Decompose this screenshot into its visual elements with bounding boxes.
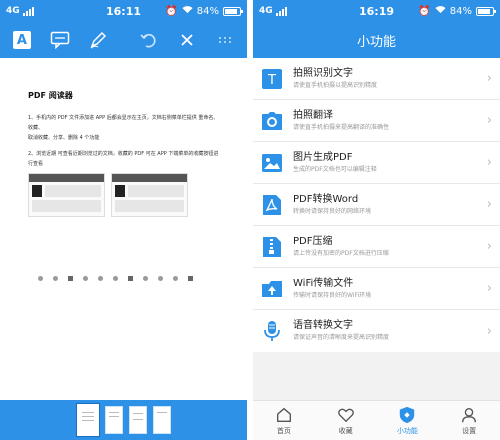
feature-image-to-pdf[interactable]: 图片生成PDF 生成的PDF文档也可以编辑注释 › xyxy=(253,142,500,184)
feature-photo-translate[interactable]: 拍照翻译 请使直手机拍摄来提高翻译的准确性 › xyxy=(253,100,500,142)
document-paragraph-1: 1、手机内的 PDF 文件添加进 APP 后都会显示在主页，文档右侧菜单栏提供 … xyxy=(28,115,219,131)
annotation-toolbar: A xyxy=(0,22,247,58)
feature-title: PDF压缩 xyxy=(293,235,333,247)
chevron-right-icon: › xyxy=(486,323,492,339)
document-screenshots xyxy=(28,173,219,217)
undo-icon xyxy=(140,33,156,48)
bottom-tab-bar: 首页 收藏 小功能 设置 xyxy=(253,400,500,440)
tab-tools[interactable]: 小功能 xyxy=(377,401,439,440)
page-thumbnail[interactable] xyxy=(152,406,171,434)
battery-icon xyxy=(223,6,243,16)
feature-desc: 请保证声音的清晰度来提高识别精度 xyxy=(293,334,390,341)
battery-percent: 84% xyxy=(449,5,472,17)
feature-desc: 请使直手机拍摄来提高翻译的准确性 xyxy=(293,123,390,131)
embedded-screenshot xyxy=(28,173,105,217)
user-icon xyxy=(462,407,477,422)
status-bar: 4G 16:19 ⏰ 84% xyxy=(253,0,500,22)
embedded-screenshot xyxy=(111,173,188,217)
page-thumbnail[interactable] xyxy=(76,404,99,436)
page-thumbnail[interactable] xyxy=(128,406,147,434)
feature-title: 语音转换文字 xyxy=(293,320,353,331)
alarm-icon: ⏰ xyxy=(165,5,178,17)
tools-screen: 4G 16:19 ⏰ 84% 小功能 T 拍照识别文字 请使直手机拍摄以提高识别… xyxy=(253,0,500,440)
text-style-button[interactable]: A xyxy=(10,28,34,52)
close-button[interactable] xyxy=(175,28,199,52)
network-label: 4G xyxy=(259,6,273,16)
feature-text-recognition[interactable]: T 拍照识别文字 请使直手机拍摄以提高识别精度 › xyxy=(253,58,500,100)
feature-pdf-to-word[interactable]: PDF转换Word 转换时请保持良好的网络环境 › xyxy=(253,184,500,226)
text-recognition-icon: T xyxy=(261,68,283,90)
tab-label: 小功能 xyxy=(396,426,418,435)
pdf-convert-icon xyxy=(261,194,283,216)
feature-list: T 拍照识别文字 请使直手机拍摄以提高识别精度 › 拍照翻译 请使直手机拍摄来提… xyxy=(253,58,500,352)
text-style-icon: A xyxy=(12,31,31,49)
heart-icon xyxy=(337,408,354,422)
alarm-icon: ⏰ xyxy=(418,5,431,17)
feature-desc: 请上传没有加密的PDF文档进行压缩 xyxy=(293,249,389,257)
document-paragraph-1b: 取消收藏、分享、删除 4 个功能 xyxy=(28,135,100,141)
document-page[interactable]: PDF 阅读器 1、手机内的 PDF 文件添加进 APP 后都会显示在主页，文档… xyxy=(0,58,247,400)
document-title: PDF 阅读器 xyxy=(28,91,73,100)
pen-button[interactable] xyxy=(86,28,110,52)
pen-icon xyxy=(90,31,106,49)
feature-desc: 传输时请保持良好的WiFi环境 xyxy=(293,291,372,299)
tab-label: 收藏 xyxy=(338,426,353,435)
feature-title: PDF转换Word xyxy=(293,193,359,205)
zip-icon xyxy=(261,236,283,258)
more-button[interactable] xyxy=(213,28,237,52)
feature-title: 图片生成PDF xyxy=(293,151,353,163)
document-icon-row xyxy=(38,276,193,281)
pdf-viewer-screen: 4G 16:11 ⏰ 84% A PDF 阅读器 1、手机内的 PDF 文件添加… xyxy=(0,0,247,440)
chevron-right-icon: › xyxy=(486,239,492,254)
feature-pdf-compress[interactable]: PDF压缩 请上传没有加密的PDF文档进行压缩 › xyxy=(253,226,500,268)
comment-icon xyxy=(50,31,69,49)
feature-wifi-transfer[interactable]: WiFi传输文件 传输时请保持良好的WiFi环境 › xyxy=(253,268,500,310)
more-icon xyxy=(219,37,232,43)
chevron-right-icon: › xyxy=(486,281,492,296)
undo-button[interactable] xyxy=(137,28,161,52)
page-thumbnail-strip xyxy=(0,400,247,440)
feature-desc: 转换时请保持良好的网络环境 xyxy=(293,207,372,215)
tab-label: 设置 xyxy=(462,426,477,435)
wifi-transfer-icon xyxy=(261,278,283,300)
microphone-icon xyxy=(261,320,283,342)
tools-icon xyxy=(400,406,415,423)
tab-home[interactable]: 首页 xyxy=(253,401,315,440)
image-icon xyxy=(261,152,283,174)
page-title: 小功能 xyxy=(253,22,500,58)
feature-title: WiFi传输文件 xyxy=(293,277,354,289)
chevron-right-icon: › xyxy=(486,155,492,170)
signal-icon xyxy=(275,6,287,16)
battery-icon xyxy=(476,6,496,16)
home-icon xyxy=(276,407,291,422)
feature-title: 拍照翻译 xyxy=(293,109,333,121)
chevron-right-icon: › xyxy=(486,71,492,86)
tab-favorites[interactable]: 收藏 xyxy=(315,401,377,440)
network-label: 4G xyxy=(6,6,20,16)
comment-button[interactable] xyxy=(48,28,72,52)
tab-settings[interactable]: 设置 xyxy=(438,401,500,440)
feature-desc: 生成的PDF文档也可以编辑注释 xyxy=(293,165,377,173)
wifi-icon xyxy=(182,5,193,17)
close-icon xyxy=(181,34,193,46)
signal-icon xyxy=(22,6,34,16)
chevron-right-icon: › xyxy=(486,113,492,128)
tab-label: 首页 xyxy=(276,426,291,435)
status-bar: 4G 16:11 ⏰ 84% xyxy=(0,0,247,22)
feature-title: 拍照识别文字 xyxy=(293,67,353,79)
battery-percent: 84% xyxy=(196,5,219,17)
document-paragraph-2: 2、浏览近期 可查看近期浏览过的文档，收藏的 PDF 可在 APP 下端菜单的收… xyxy=(28,151,219,167)
feature-speech-to-text[interactable]: 语音转换文字 请保证声音的清晰度来提高识别精度 › xyxy=(253,310,500,352)
wifi-icon xyxy=(435,5,446,17)
chevron-right-icon: › xyxy=(486,197,492,212)
svg-text:T: T xyxy=(267,73,276,88)
page-thumbnail[interactable] xyxy=(104,406,123,434)
feature-desc: 请使直手机拍摄以提高识别精度 xyxy=(293,81,378,89)
camera-icon xyxy=(261,110,283,132)
